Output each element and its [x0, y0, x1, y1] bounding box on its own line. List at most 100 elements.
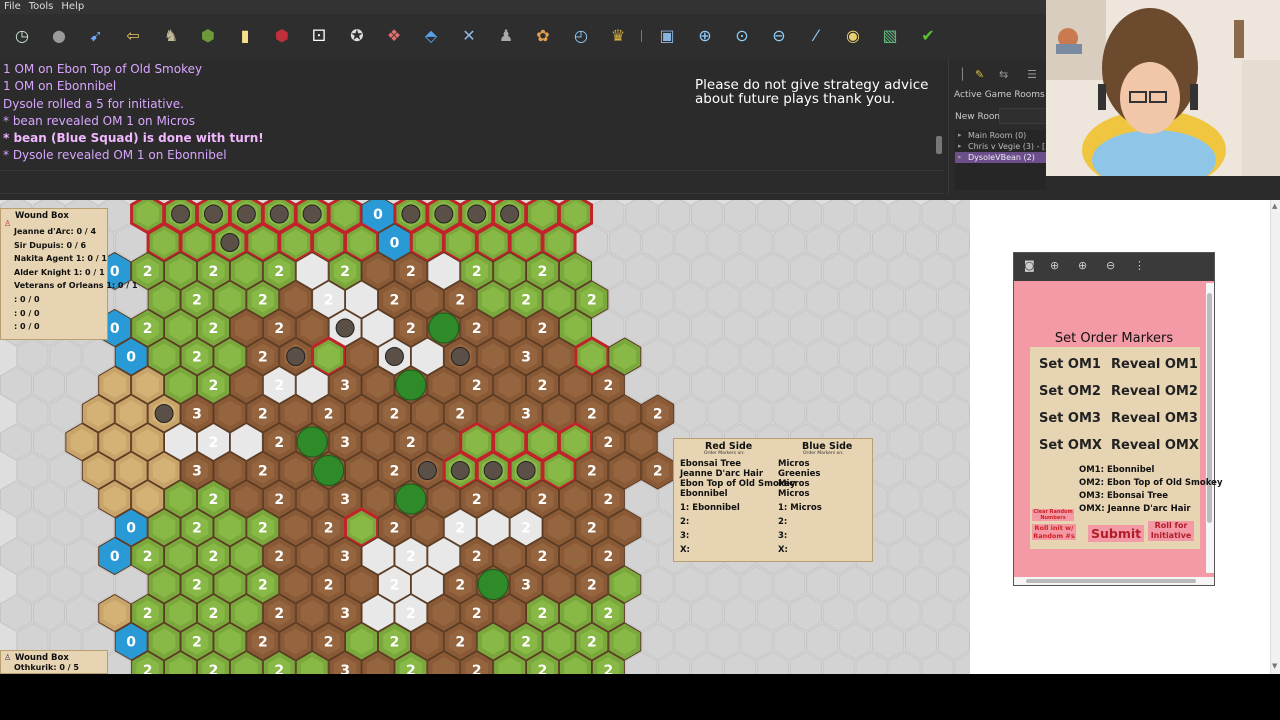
menu-file[interactable]: File	[4, 0, 21, 14]
red-side-subtitle: Order Markers on:	[704, 451, 745, 456]
settings-icon[interactable]: ☰	[1027, 68, 1037, 81]
person-icon[interactable]: ♟	[494, 24, 518, 48]
game-map[interactable]: 0002222222222222202222222022223223222322…	[0, 200, 970, 674]
expand-arrow-icon[interactable]: ▸	[958, 130, 962, 141]
menu-help[interactable]: Help	[61, 0, 84, 14]
svg-text:2: 2	[603, 435, 613, 451]
reveal-om2-button[interactable]: Reveal OM2	[1111, 384, 1198, 399]
chat-input[interactable]	[0, 170, 944, 194]
set-omx-button[interactable]: Set OMX	[1039, 438, 1102, 453]
zoom-in-icon[interactable]: ⊕	[1050, 259, 1059, 272]
svg-text:2: 2	[324, 578, 334, 594]
blue-unit: Micros	[778, 459, 810, 469]
roll-initiative-button[interactable]: Roll for Initiative	[1148, 521, 1194, 541]
svg-text:0: 0	[390, 236, 400, 252]
blue-dice-icon[interactable]: ⬘	[419, 24, 443, 48]
reveal-om3-button[interactable]: Reveal OM3	[1111, 411, 1198, 426]
order-markers-card[interactable]: Red Side Order Markers on: Blue Side Ord…	[673, 438, 873, 562]
zoom-in-icon[interactable]: ⊕	[693, 24, 717, 48]
svg-text:2: 2	[274, 492, 284, 508]
map-icon[interactable]: ▧	[878, 24, 902, 48]
grey-circle-icon[interactable]: ●	[47, 24, 71, 48]
svg-text:2: 2	[324, 293, 334, 309]
browser-scrollbar[interactable]: ▲ ▼	[1270, 200, 1280, 674]
chat-message: 1 OM on Ebon Top of Old Smokey	[3, 62, 203, 76]
trophy-icon[interactable]: ♛	[606, 24, 630, 48]
exit-icon[interactable]: ⇦	[121, 24, 145, 48]
svg-text:2: 2	[455, 293, 465, 309]
new-room-input[interactable]	[999, 108, 1047, 124]
black-d20-icon-glyph: ✪	[350, 26, 364, 45]
svg-text:2: 2	[192, 350, 202, 366]
zoom-reset-icon[interactable]: ⊕	[1078, 259, 1087, 272]
wound-box-line: : 0 / 0	[14, 295, 40, 304]
eye-icon-glyph: ◉	[846, 26, 860, 45]
panel-hscroll[interactable]	[1014, 577, 1214, 585]
reveal-omx-button[interactable]: Reveal OMX	[1111, 438, 1199, 453]
palette-icon[interactable]: ✿	[531, 24, 555, 48]
svg-text:2: 2	[192, 578, 202, 594]
camera-icon[interactable]: ◙	[1024, 259, 1035, 272]
zoom-icon[interactable]: ⊙	[730, 24, 754, 48]
svg-text:3: 3	[521, 578, 531, 594]
pin-icon[interactable]: ✎	[975, 68, 984, 81]
webcam-lower-strip	[1046, 176, 1280, 194]
dice-icon[interactable]: ❖	[382, 24, 406, 48]
note-icon[interactable]: ▮	[233, 24, 257, 48]
white-die-icon[interactable]: ⚀	[307, 24, 331, 48]
menu-tools[interactable]: Tools	[29, 0, 54, 14]
expand-arrow-icon[interactable]: ▸	[958, 152, 962, 163]
roll-init-random-button[interactable]: Roll init w/ Random #s	[1032, 524, 1076, 540]
room-item[interactable]: ▸ Main Room (0)	[955, 130, 1047, 141]
svg-text:2: 2	[143, 549, 153, 565]
webcam-feed	[1046, 0, 1280, 176]
set-om1-button[interactable]: Set OM1	[1039, 357, 1101, 372]
more-icon[interactable]: ⋮	[1134, 259, 1145, 272]
panel-vscroll[interactable]	[1206, 283, 1214, 573]
room-item[interactable]: ▸ DysoleVBean (2)	[955, 152, 1047, 163]
black-d20-icon[interactable]: ✪	[345, 24, 369, 48]
svg-text:2: 2	[603, 606, 613, 622]
checkmark-icon[interactable]: ✔	[916, 24, 940, 48]
syringe-icon[interactable]: ➹	[84, 24, 108, 48]
set-om3-button[interactable]: Set OM3	[1039, 411, 1101, 426]
room-label: Chris v Vegie (3) - [3...	[968, 142, 1047, 151]
swap-icon[interactable]: ⇆	[999, 68, 1008, 81]
zoom-out-icon[interactable]: ⊖	[767, 24, 791, 48]
wound-box-red[interactable]: ♙ Wound Box Jeanne d'Arc: 0 / 4 Sir Dupui…	[0, 208, 138, 340]
hex-map[interactable]: 0002222222222222202222222022223223222322…	[0, 200, 970, 674]
figure-icon-glyph: ♞	[163, 26, 179, 45]
hex-green-icon[interactable]: ⬢	[196, 24, 220, 48]
zoom-out-icon[interactable]: ⊖	[1106, 259, 1115, 272]
timer-icon[interactable]: ◴	[569, 24, 593, 48]
svg-text:2: 2	[538, 264, 548, 280]
reveal-om1-button[interactable]: Reveal OM1	[1111, 357, 1198, 372]
eye-icon[interactable]: ◉	[841, 24, 865, 48]
svg-text:2: 2	[274, 606, 284, 622]
svg-text:2: 2	[258, 407, 268, 423]
svg-text:2: 2	[406, 549, 416, 565]
svg-text:2: 2	[455, 407, 465, 423]
camera-icon[interactable]: ▣	[655, 24, 679, 48]
svg-text:2: 2	[143, 264, 153, 280]
expand-arrow-icon[interactable]: ▸	[958, 141, 962, 152]
clock-icon[interactable]: ◷	[10, 24, 34, 48]
svg-text:2: 2	[472, 264, 482, 280]
svg-text:2: 2	[538, 321, 548, 337]
line-icon[interactable]: ⁄	[804, 24, 828, 48]
submit-button[interactable]: Submit	[1088, 525, 1145, 542]
room-item[interactable]: ▸ Chris v Vegie (3) - [3...	[955, 141, 1047, 152]
tools-icon[interactable]: ✕	[457, 24, 481, 48]
chat-message: * bean revealed OM 1 on Micros	[3, 113, 195, 128]
svg-text:2: 2	[209, 663, 219, 674]
clear-random-button[interactable]: Clear Random Numbers	[1032, 509, 1074, 521]
set-om2-button[interactable]: Set OM2	[1039, 384, 1101, 399]
order-marker-panel: ◙ ⊕ ⊕ ⊖ ⋮ Set Order Markers Set OM1 Reve…	[1013, 252, 1222, 586]
red-unit: Ebonsai Tree	[680, 459, 742, 469]
svg-text:2: 2	[192, 521, 202, 537]
figure-icon[interactable]: ♞	[159, 24, 183, 48]
svg-text:0: 0	[110, 264, 120, 280]
wound-box-blue[interactable]: ♙ Wound Box Othkurik: 0 / 5	[0, 650, 108, 674]
red-die-icon[interactable]: ⬢	[270, 24, 294, 48]
svg-text:2: 2	[472, 492, 482, 508]
